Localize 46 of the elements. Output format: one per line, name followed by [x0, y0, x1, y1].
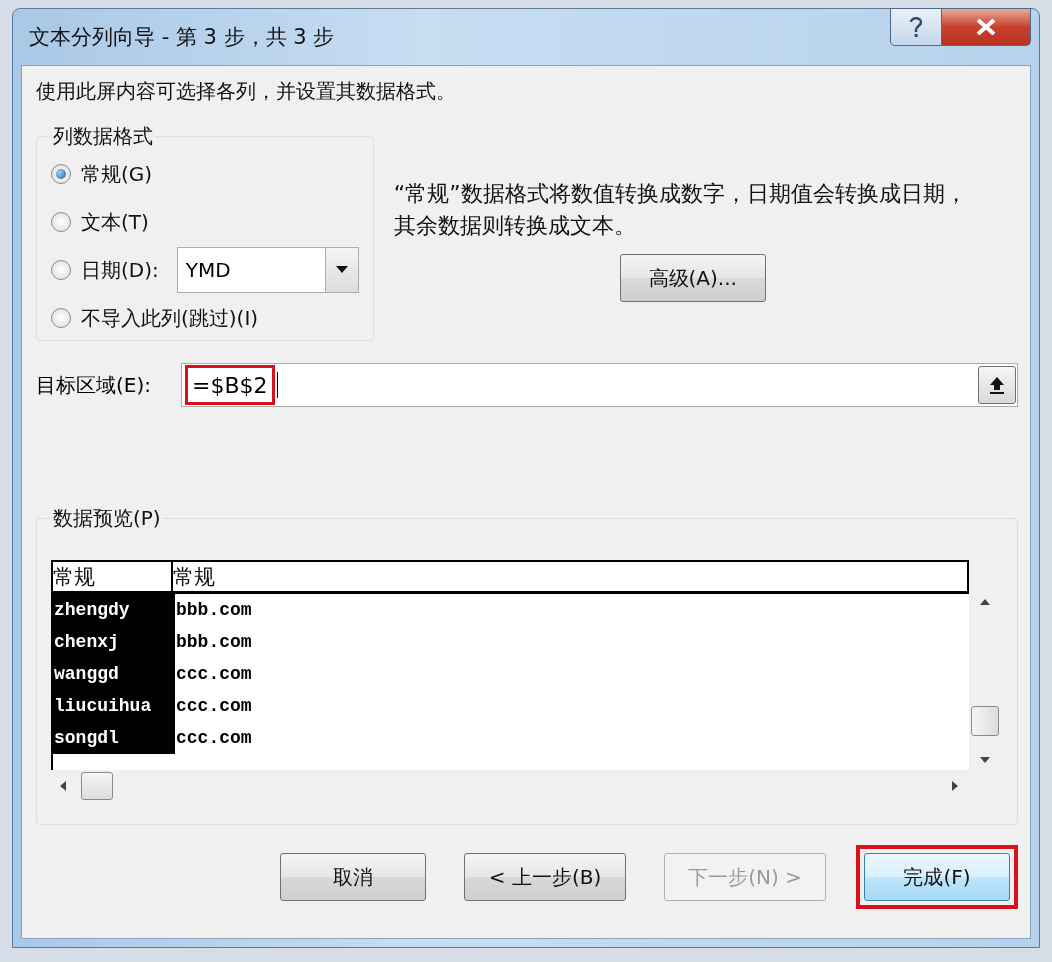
finish-button[interactable]: 完成(F) — [864, 853, 1010, 901]
format-description: “常规”数据格式将数值转换成数字，日期值会转换成日期，其余数据则转换成文本。 — [393, 180, 968, 240]
preview-table[interactable]: 常规 常规 zhengdy bbb.com chenxj bbb.com wanggd ccc.com liucuihua ccc.com songdl ccc.com — [51, 560, 969, 770]
table-cell: bbb.com — [173, 594, 969, 626]
table-cell: ccc.com — [173, 658, 969, 690]
radio-label[interactable]: 日期(D): — [81, 256, 159, 284]
table-cell: ccc.com — [173, 690, 969, 722]
window-title: 文本分列向导 - 第 3 步，共 3 步 — [29, 24, 335, 51]
close-button[interactable] — [942, 8, 1031, 46]
scroll-thumb[interactable] — [971, 706, 999, 736]
date-format-dropdown[interactable]: YMD — [176, 247, 359, 293]
table-cell: songdl — [53, 722, 173, 754]
table-cell: zhengdy — [53, 594, 173, 626]
radio-button[interactable] — [51, 260, 71, 280]
help-button[interactable] — [890, 8, 942, 46]
caret-icon — [335, 266, 348, 274]
scroll-thumb[interactable] — [81, 772, 113, 800]
destination-label: 目标区域(E): — [36, 371, 152, 399]
scroll-up-icon — [979, 598, 991, 606]
radio-button[interactable] — [51, 212, 71, 232]
table-cell: ccc.com — [173, 722, 969, 754]
scroll-down-icon — [979, 756, 991, 764]
advanced-button[interactable]: 高级(A)... — [619, 254, 766, 302]
collapse-button[interactable] — [978, 366, 1016, 404]
table-cell: liucuihua — [53, 690, 173, 722]
table-cell: bbb.com — [173, 626, 969, 658]
cancel-button[interactable]: 取消 — [280, 853, 426, 901]
column-header[interactable]: 常规 — [173, 562, 969, 594]
radio-button[interactable] — [51, 308, 71, 328]
radio-button[interactable] — [51, 164, 71, 184]
table-cell: wanggd — [53, 658, 173, 690]
destination-field[interactable]: =$B$2 — [181, 363, 1018, 407]
radio-label[interactable]: 文本(T) — [81, 208, 149, 236]
radio-label[interactable]: 常规(G) — [81, 160, 153, 188]
column-header[interactable]: 常规 — [53, 562, 173, 594]
scroll-left-icon — [59, 780, 67, 792]
instruction-text: 使用此屏内容可选择各列，并设置其数据格式。 — [36, 78, 457, 105]
question-mark-icon — [908, 16, 924, 38]
group-title: 列数据格式 — [52, 123, 154, 150]
up-arrow-icon — [988, 375, 1006, 395]
radio-label[interactable]: 不导入此列(跳过)(I) — [81, 304, 259, 332]
group-title: 数据预览(P) — [52, 505, 162, 532]
back-button[interactable]: < 上一步(B) — [464, 853, 626, 901]
table-cell: chenxj — [53, 626, 173, 658]
close-icon — [976, 19, 996, 35]
scroll-right-icon — [951, 780, 959, 792]
